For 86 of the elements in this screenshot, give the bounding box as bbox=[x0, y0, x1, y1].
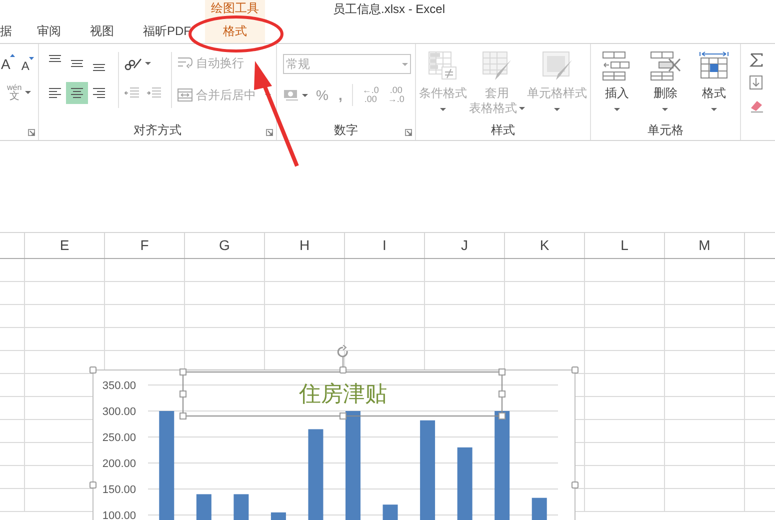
fill-button[interactable] bbox=[749, 73, 764, 91]
align-icon bbox=[71, 60, 83, 66]
insert-button[interactable]: 插入 bbox=[601, 50, 634, 120]
resize-handle[interactable] bbox=[180, 390, 186, 398]
caret-icon bbox=[402, 62, 408, 66]
ribbon-tab[interactable]: 视图 bbox=[90, 18, 114, 43]
caret-icon bbox=[519, 107, 525, 110]
group-label: 对齐方式 bbox=[134, 122, 182, 139]
indent-icon bbox=[146, 87, 162, 99]
column-header[interactable]: E bbox=[25, 233, 105, 258]
rotate-handle[interactable] bbox=[337, 345, 348, 368]
money-icon bbox=[283, 88, 299, 102]
ribbon-tab[interactable]: 据 bbox=[0, 18, 12, 43]
column-header[interactable]: M bbox=[665, 233, 745, 258]
tick-label: 150.00 bbox=[102, 484, 136, 496]
column-header[interactable]: G bbox=[185, 233, 265, 258]
caret-icon bbox=[302, 94, 308, 96]
column-header[interactable]: F bbox=[105, 233, 185, 258]
resize-handle[interactable] bbox=[90, 482, 96, 488]
merge-cells-icon bbox=[177, 88, 193, 102]
align-icon bbox=[49, 88, 61, 98]
sigma-icon bbox=[749, 52, 764, 66]
align-icon bbox=[93, 88, 105, 98]
column-header[interactable]: J bbox=[425, 233, 505, 258]
arrow-down-icon bbox=[749, 74, 764, 90]
tick-label: 250.00 bbox=[102, 432, 136, 444]
tick-label: 100.00 bbox=[102, 510, 136, 520]
resize-handle[interactable] bbox=[498, 368, 506, 376]
align-icon bbox=[71, 88, 83, 98]
launcher-icon bbox=[266, 129, 273, 136]
launcher-icon bbox=[28, 129, 35, 136]
caret-icon bbox=[145, 62, 151, 64]
column-header[interactable]: K bbox=[505, 233, 585, 258]
column-header[interactable]: H bbox=[265, 233, 345, 258]
currency-button[interactable] bbox=[283, 88, 308, 102]
group-label: 样式 bbox=[491, 122, 515, 139]
group-label: 数字 bbox=[334, 122, 358, 139]
conditional-grid-icon bbox=[427, 50, 459, 82]
delete-cells-icon bbox=[649, 50, 682, 82]
format-button[interactable]: 格式 bbox=[698, 50, 730, 120]
tick-label: 300.00 bbox=[102, 406, 136, 418]
resize-handle[interactable] bbox=[498, 390, 506, 398]
context-tab-label: 绘图工具 bbox=[205, 0, 265, 18]
caret-up-icon bbox=[10, 54, 16, 57]
caret-icon bbox=[614, 108, 620, 111]
resize-handle[interactable] bbox=[572, 366, 578, 374]
bar bbox=[234, 494, 249, 520]
ribbon-tab[interactable]: 福昕PDF bbox=[143, 18, 191, 43]
bar bbox=[196, 494, 212, 520]
delete-button[interactable]: 删除 bbox=[649, 50, 682, 120]
grow-font-button[interactable]: A bbox=[1, 54, 16, 75]
column-header[interactable]: I bbox=[345, 233, 425, 258]
caret-icon bbox=[440, 108, 446, 111]
column-header[interactable]: L bbox=[585, 233, 665, 258]
caret-icon bbox=[554, 108, 560, 111]
resize-handle[interactable] bbox=[180, 368, 186, 376]
cell-brush-icon bbox=[541, 50, 573, 82]
align-icon bbox=[93, 64, 105, 71]
launcher-icon bbox=[405, 129, 412, 136]
caret-icon bbox=[24, 90, 31, 94]
selection-box[interactable] bbox=[182, 372, 502, 416]
tick-label: 350.00 bbox=[102, 380, 136, 392]
phonetic-button[interactable]: wén 文 bbox=[7, 83, 34, 101]
phonetic-text: wén bbox=[7, 83, 22, 92]
bar bbox=[382, 504, 398, 520]
caret-icon bbox=[710, 108, 717, 111]
caret-down-icon bbox=[29, 57, 34, 60]
resize-handle[interactable] bbox=[90, 366, 96, 374]
resize-handle[interactable] bbox=[340, 366, 346, 374]
shrink-font-button[interactable]: A bbox=[21, 57, 34, 75]
window-title: 员工信息.xlsx - Excel bbox=[333, 1, 446, 18]
tick-label: 200.00 bbox=[102, 458, 136, 470]
phonetic-char: 文 bbox=[9, 92, 20, 101]
resize-handle[interactable] bbox=[572, 482, 578, 488]
align-icon bbox=[49, 55, 61, 62]
indent-icon bbox=[124, 87, 140, 99]
wrap-icon bbox=[177, 56, 193, 70]
resize-handle[interactable] bbox=[340, 412, 346, 420]
caret-icon bbox=[265, 94, 271, 96]
ribbon-tab[interactable]: 审阅 bbox=[37, 18, 61, 43]
ribbon-tab[interactable]: 格式 bbox=[205, 18, 265, 43]
resize-handle[interactable] bbox=[180, 412, 186, 420]
align-center-button[interactable] bbox=[66, 82, 88, 104]
resize-handle[interactable] bbox=[498, 412, 506, 420]
group-label: 单元格 bbox=[648, 122, 684, 139]
caret-icon bbox=[662, 108, 668, 111]
